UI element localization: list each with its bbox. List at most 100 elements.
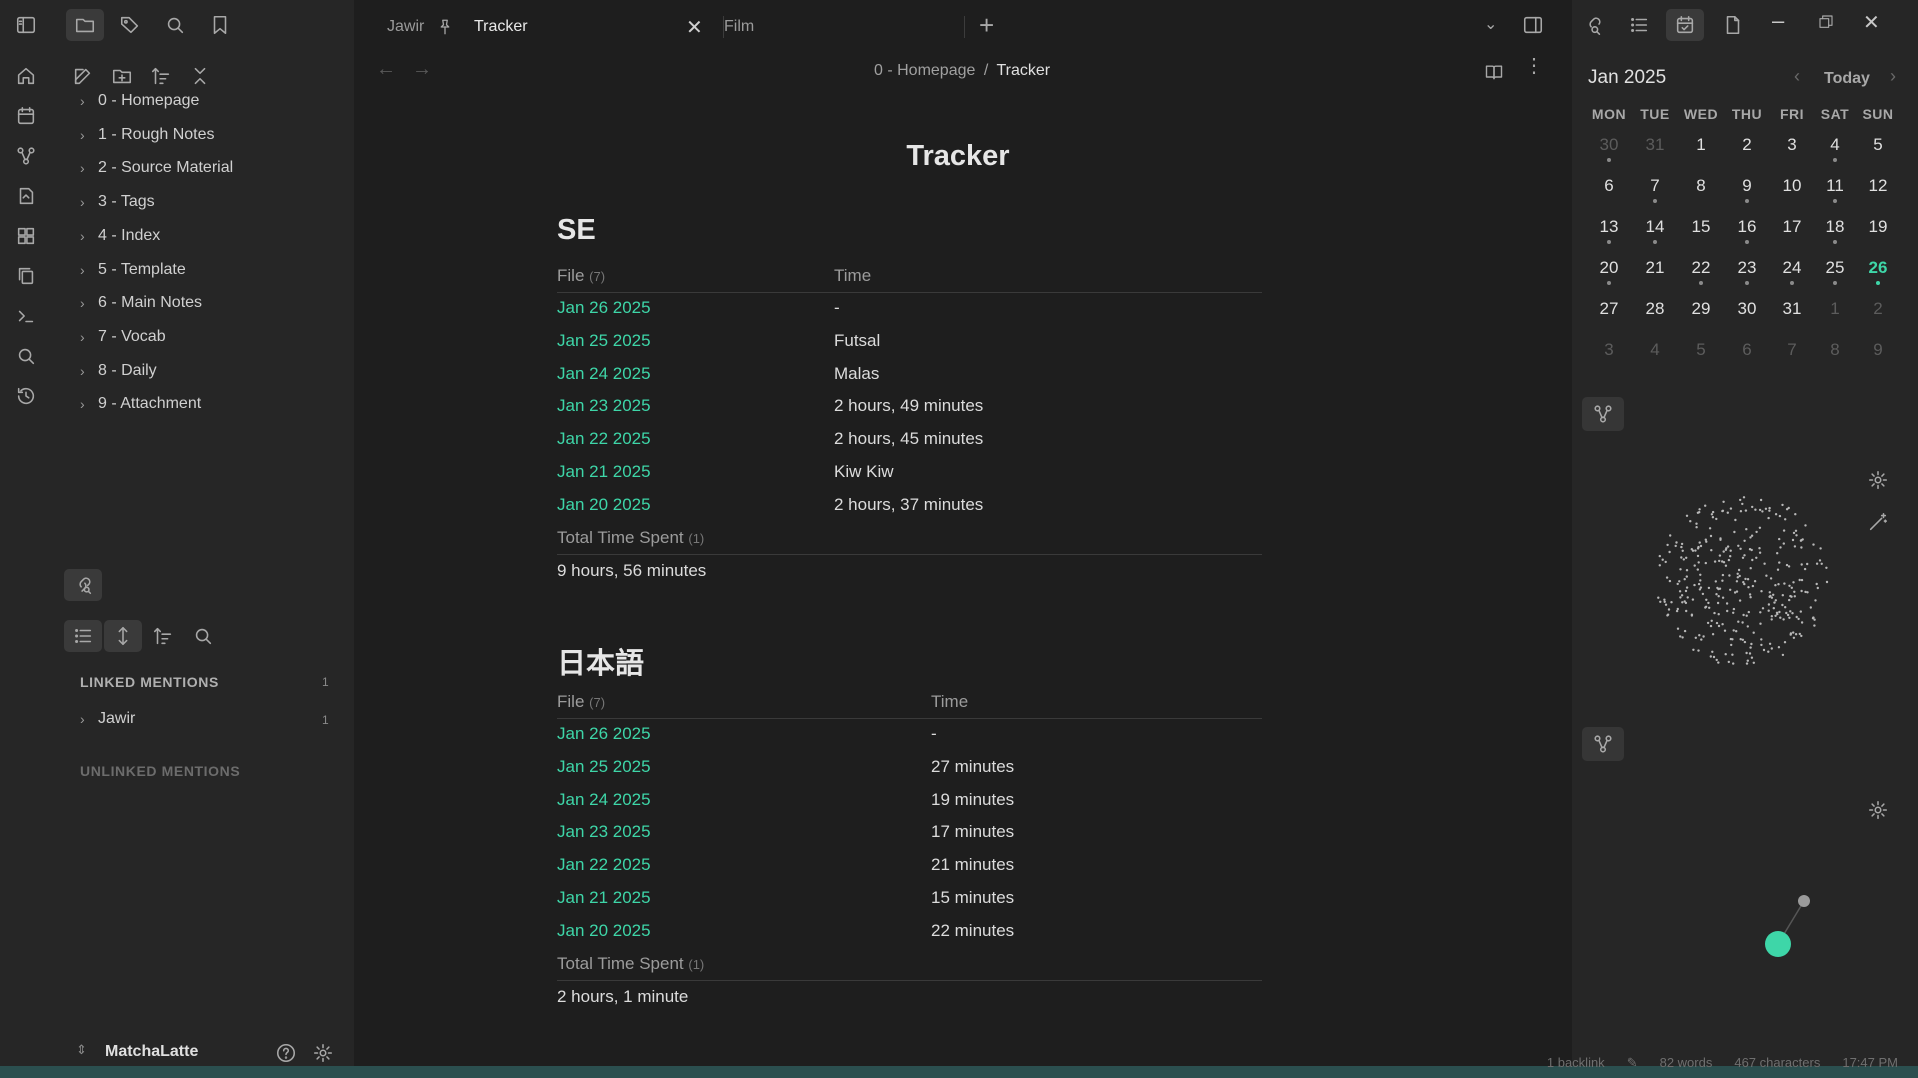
- calendar-day[interactable]: 24: [1770, 258, 1814, 278]
- bookmarks-tab[interactable]: [201, 9, 239, 41]
- next-month-icon[interactable]: ›: [1890, 66, 1896, 87]
- sort-backlinks-button[interactable]: [144, 620, 182, 652]
- backlink-count-status[interactable]: 1 backlink: [1547, 1055, 1605, 1071]
- calendar-day[interactable]: 18: [1813, 217, 1857, 237]
- folder-item[interactable]: › 7 - Vocab: [80, 323, 166, 351]
- search-icon[interactable]: [15, 345, 37, 367]
- search-backlinks-button[interactable]: [184, 620, 222, 652]
- calendar-day[interactable]: 1: [1679, 135, 1723, 155]
- calendar-day[interactable]: 17: [1770, 217, 1814, 237]
- file-link[interactable]: Jan 26 2025: [557, 724, 651, 744]
- list-view-button[interactable]: [64, 620, 102, 652]
- graph-settings-icon[interactable]: [1867, 469, 1889, 491]
- sidebar-toggle-icon[interactable]: [15, 14, 37, 36]
- folder-item[interactable]: › 9 - Attachment: [80, 390, 201, 418]
- calendar-day[interactable]: 3: [1587, 340, 1631, 360]
- linked-graph-icon[interactable]: [1582, 14, 1604, 36]
- graph-node-current[interactable]: [1765, 931, 1791, 957]
- file-link[interactable]: Jan 22 2025: [557, 855, 651, 875]
- total-header[interactable]: Total Time Spent (1): [557, 954, 704, 974]
- calendar-day[interactable]: 6: [1587, 176, 1631, 196]
- expand-button[interactable]: [104, 620, 142, 652]
- file-link[interactable]: Jan 24 2025: [557, 790, 651, 810]
- minimize-icon[interactable]: –: [1772, 8, 1784, 34]
- file-link[interactable]: Jan 26 2025: [557, 298, 651, 318]
- calendar-day[interactable]: 9: [1725, 176, 1769, 196]
- column-header-file[interactable]: File (7): [557, 266, 605, 286]
- calendar-day[interactable]: 16: [1725, 217, 1769, 237]
- calendar-day[interactable]: 20: [1587, 258, 1631, 278]
- calendar-day[interactable]: 11: [1813, 176, 1857, 196]
- edit-mode-icon[interactable]: ✎: [1627, 1055, 1638, 1071]
- calendar-day[interactable]: 1: [1813, 299, 1857, 319]
- linked-mentions-title[interactable]: LINKED MENTIONS: [80, 674, 219, 690]
- calendar-day-today[interactable]: 26: [1856, 258, 1900, 278]
- global-graph-canvas[interactable]: [1652, 490, 1832, 670]
- local-graph-button[interactable]: [1582, 397, 1624, 431]
- column-header-time[interactable]: Time: [931, 692, 968, 712]
- close-window-icon[interactable]: ✕: [1863, 10, 1880, 35]
- file-link[interactable]: Jan 22 2025: [557, 429, 651, 449]
- calendar-day[interactable]: 13: [1587, 217, 1631, 237]
- backlink-item[interactable]: › Jawir: [80, 705, 135, 733]
- tab-tracker[interactable]: Tracker ✕: [474, 0, 704, 54]
- calendar-day[interactable]: 5: [1679, 340, 1723, 360]
- forward-arrow-icon[interactable]: →: [412, 58, 432, 81]
- search-tab[interactable]: [156, 9, 194, 41]
- outline-icon[interactable]: [1628, 14, 1650, 36]
- close-tab-icon[interactable]: ✕: [686, 15, 703, 40]
- calendar-day[interactable]: 21: [1633, 258, 1677, 278]
- calendar-day[interactable]: 6: [1725, 340, 1769, 360]
- folder-item[interactable]: › 2 - Source Material: [80, 154, 233, 182]
- calendar-day[interactable]: 15: [1679, 217, 1723, 237]
- folder-item[interactable]: › 3 - Tags: [80, 188, 155, 216]
- tab-list-dropdown-icon[interactable]: ⌄: [1484, 14, 1497, 34]
- file-icon[interactable]: [1722, 14, 1744, 36]
- calendar-day[interactable]: 9: [1856, 340, 1900, 360]
- link-button[interactable]: [64, 569, 102, 601]
- file-link[interactable]: Jan 25 2025: [557, 757, 651, 777]
- calendar-icon[interactable]: [15, 105, 37, 127]
- calendar-day[interactable]: 5: [1856, 135, 1900, 155]
- magic-wand-icon[interactable]: [1867, 511, 1889, 533]
- home-icon[interactable]: [15, 65, 37, 87]
- calendar-view-button[interactable]: [1666, 9, 1704, 41]
- help-icon[interactable]: [275, 1042, 297, 1064]
- breadcrumb-parent[interactable]: 0 - Homepage: [874, 62, 975, 79]
- file-link[interactable]: Jan 24 2025: [557, 364, 651, 384]
- file-link[interactable]: Jan 23 2025: [557, 396, 651, 416]
- local-graph-canvas[interactable]: [1692, 880, 1812, 960]
- calendar-day[interactable]: 29: [1679, 299, 1723, 319]
- back-arrow-icon[interactable]: ←: [376, 58, 396, 81]
- file-link[interactable]: Jan 23 2025: [557, 822, 651, 842]
- new-tab-icon[interactable]: +: [979, 10, 994, 41]
- calendar-day[interactable]: 8: [1813, 340, 1857, 360]
- calendar-day[interactable]: 7: [1770, 340, 1814, 360]
- history-icon[interactable]: [15, 385, 37, 407]
- vault-name[interactable]: MatchaLatte: [105, 1043, 198, 1061]
- calendar-day[interactable]: 14: [1633, 217, 1677, 237]
- folder-item[interactable]: › 4 - Index: [80, 222, 160, 250]
- calendar-day[interactable]: 8: [1679, 176, 1723, 196]
- folder-item[interactable]: › 6 - Main Notes: [80, 289, 202, 317]
- calendar-day[interactable]: 30: [1725, 299, 1769, 319]
- graph-settings-icon[interactable]: [1867, 799, 1889, 821]
- calendar-day[interactable]: 12: [1856, 176, 1900, 196]
- graph-node[interactable]: [1798, 895, 1810, 907]
- unlinked-mentions-title[interactable]: UNLINKED MENTIONS: [80, 763, 240, 779]
- calendar-day[interactable]: 28: [1633, 299, 1677, 319]
- graph-view-button[interactable]: [1582, 727, 1624, 761]
- breadcrumb-current[interactable]: Tracker: [996, 62, 1050, 79]
- calendar-day[interactable]: 27: [1587, 299, 1631, 319]
- settings-icon[interactable]: [312, 1042, 334, 1064]
- today-button[interactable]: Today: [1824, 70, 1870, 88]
- files-tab[interactable]: [66, 9, 104, 41]
- reading-view-icon[interactable]: [1484, 62, 1504, 82]
- calendar-day[interactable]: 25: [1813, 258, 1857, 278]
- folder-item[interactable]: › 0 - Homepage: [80, 87, 199, 115]
- terminal-icon[interactable]: [15, 305, 37, 327]
- calendar-day[interactable]: 3: [1770, 135, 1814, 155]
- toggle-right-sidebar-icon[interactable]: [1522, 14, 1544, 36]
- file-link[interactable]: Jan 25 2025: [557, 331, 651, 351]
- column-header-time[interactable]: Time: [834, 266, 871, 286]
